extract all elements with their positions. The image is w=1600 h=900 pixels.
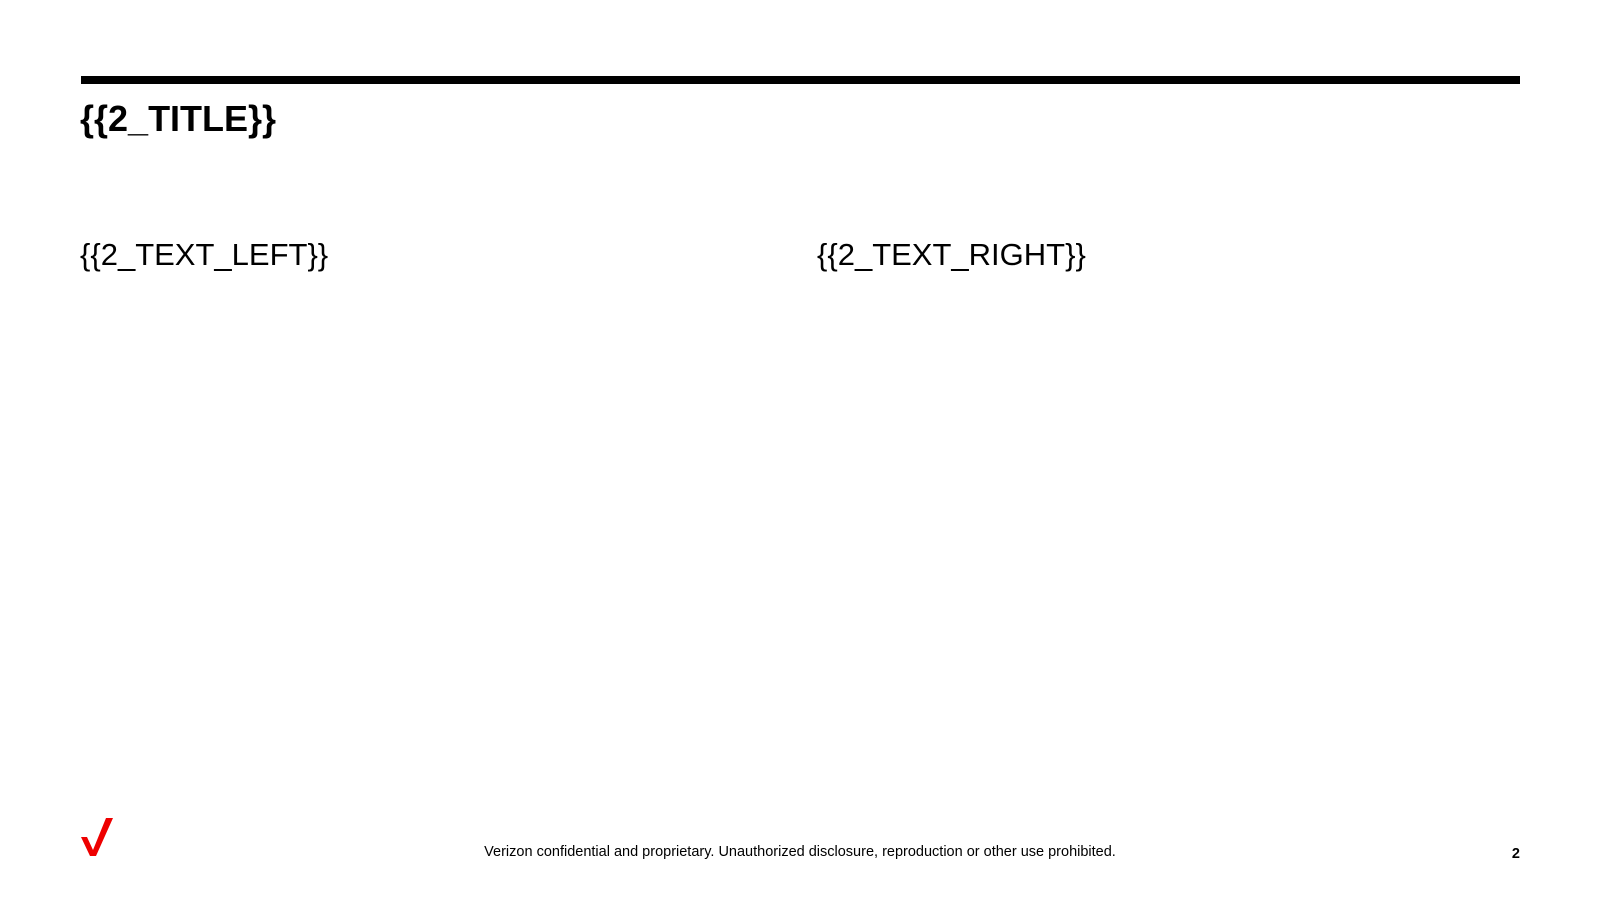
text-right: {{2_TEXT_RIGHT}} (817, 237, 1086, 272)
slide-title: {{2_TITLE}} (80, 98, 277, 139)
page-number: 2 (1511, 846, 1520, 862)
confidential-notice: Verizon confidential and proprietary. Un… (484, 844, 1116, 860)
title-rule (81, 76, 1520, 84)
text-left: {{2_TEXT_LEFT}} (80, 237, 329, 272)
